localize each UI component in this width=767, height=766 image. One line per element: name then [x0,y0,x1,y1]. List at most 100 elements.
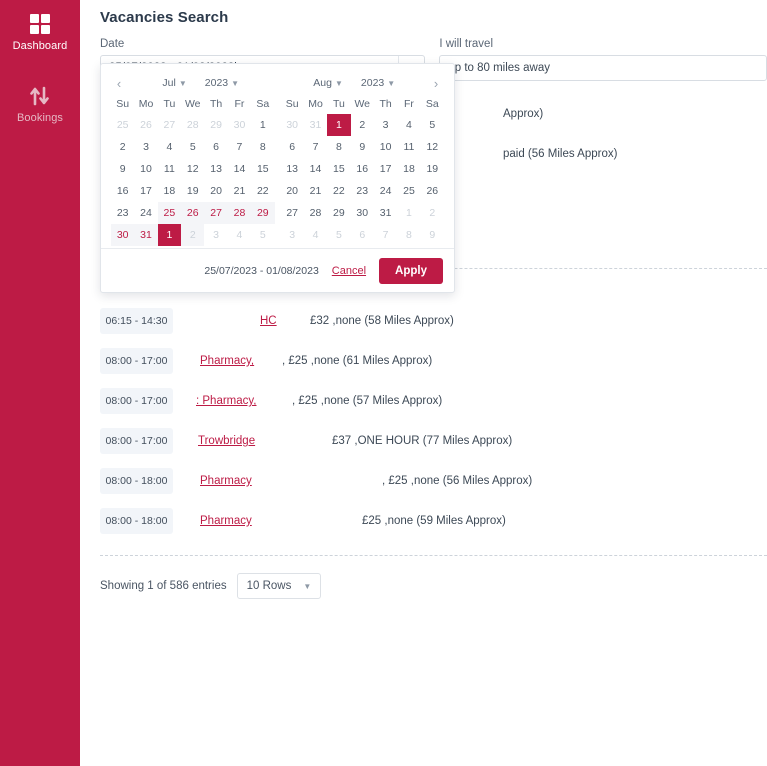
calendar-day[interactable]: 4 [228,224,251,246]
sidebar-item-dashboard[interactable]: Dashboard [0,8,80,62]
calendar-day[interactable]: 26 [181,202,205,224]
calendar-day[interactable]: 18 [158,180,181,202]
calendar-day[interactable]: 10 [374,136,397,158]
calendar-day[interactable]: 12 [421,136,444,158]
date-range-picker[interactable]: ‹ Jul ▼ 2023 ▼ Su Mo Tu We Th Fr Sa 25 2… [100,63,455,293]
calendar-day[interactable]: 28 [304,202,327,224]
calendar-day[interactable]: 24 [134,202,157,224]
calendar-day[interactable]: 30 [281,114,304,136]
calendar-day[interactable]: 25 [397,180,420,202]
table-row[interactable]: 08:00 - 18:00 Pharmacy £25 ,none (59 Mil… [100,501,767,541]
calendar-day[interactable]: 3 [204,224,227,246]
table-row[interactable]: 06:15 - 14:30 HC £32 ,none (58 Miles Appr… [100,301,767,341]
row-link[interactable]: Trowbridge [198,435,255,447]
calendar-day[interactable]: 31 [304,114,327,136]
calendar-day[interactable]: 15 [327,158,350,180]
calendar-day[interactable]: 11 [397,136,420,158]
calendar-day[interactable]: 20 [281,180,304,202]
calendar-day[interactable]: 2 [351,114,374,136]
calendar-day[interactable]: 1 [157,224,182,246]
calendar-day[interactable]: 15 [251,158,274,180]
calendar-day[interactable]: 13 [281,158,304,180]
calendar-day[interactable]: 28 [227,202,252,224]
calendar-day[interactable]: 9 [421,224,444,246]
calendar-day[interactable]: 8 [251,136,274,158]
calendar-day[interactable]: 30 [228,114,251,136]
calendar-day[interactable]: 16 [111,180,134,202]
calendar-day[interactable]: 6 [281,136,304,158]
calendar-day[interactable]: 4 [397,114,420,136]
calendar-day[interactable]: 2 [181,224,205,246]
row-link[interactable]: Pharmacy [200,475,252,487]
calendar-day[interactable]: 25 [111,114,134,136]
calendar-day[interactable]: 3 [281,224,304,246]
rows-per-page-select[interactable]: 10 Rows ▼ [236,573,322,599]
calendar-day[interactable]: 27 [158,114,181,136]
calendar-day[interactable]: 12 [181,158,204,180]
calendar-day[interactable]: 7 [304,136,327,158]
calendar-day[interactable]: 13 [204,158,227,180]
calendar-day[interactable]: 29 [204,114,227,136]
table-row[interactable]: 08:00 - 17:00 Pharmacy, , £25 ,none (61 … [100,341,767,381]
table-row[interactable]: 08:00 - 17:00: Pharmacy, , £25 ,none (57… [100,381,767,421]
calendar-day[interactable]: 26 [421,180,444,202]
calendar-day[interactable]: 8 [327,136,350,158]
calendar-day[interactable]: 2 [421,202,444,224]
calendar-day[interactable]: 25 [157,202,182,224]
calendar-day[interactable]: 31 [134,224,158,246]
calendar-day[interactable]: 9 [351,136,374,158]
calendar-day[interactable]: 3 [374,114,397,136]
calendar-day[interactable]: 29 [327,202,350,224]
row-link[interactable]: Pharmacy, [200,355,254,367]
calendar-day[interactable]: 22 [327,180,350,202]
calendar-day[interactable]: 22 [251,180,274,202]
sidebar-bottom-widget[interactable] [0,740,80,766]
calendar-day[interactable]: 11 [158,158,181,180]
calendar-day[interactable]: 4 [158,136,181,158]
chevron-right-icon[interactable]: › [428,76,444,91]
row-link[interactable]: Pharmacy [200,515,252,527]
calendar-day[interactable]: 5 [327,224,350,246]
calendar-day[interactable]: 21 [228,180,251,202]
calendar-day[interactable]: 5 [421,114,444,136]
calendar-day[interactable]: 6 [351,224,374,246]
calendar-day[interactable]: 3 [134,136,157,158]
calendar-day[interactable]: 6 [204,136,227,158]
calendar-day[interactable]: 14 [228,158,251,180]
calendar-day[interactable]: 1 [251,114,274,136]
apply-button[interactable]: Apply [379,257,443,284]
calendar-day[interactable]: 18 [397,158,420,180]
calendar-day[interactable]: 26 [134,114,157,136]
calendar-day[interactable]: 19 [181,180,204,202]
chevron-left-icon[interactable]: ‹ [111,76,127,91]
month-select[interactable]: Aug ▼ [313,77,343,89]
calendar-day[interactable]: 4 [304,224,327,246]
calendar-day[interactable]: 5 [251,224,274,246]
year-select[interactable]: 2023 ▼ [205,77,239,89]
travel-input[interactable]: up to 80 miles away [439,55,767,81]
calendar-day[interactable]: 1 [327,114,351,136]
calendar-day[interactable]: 14 [304,158,327,180]
calendar-day[interactable]: 28 [181,114,204,136]
calendar-day[interactable]: 7 [228,136,251,158]
calendar-day[interactable]: 23 [351,180,374,202]
calendar-day[interactable]: 2 [111,136,134,158]
calendar-day[interactable]: 8 [397,224,420,246]
calendar-day[interactable]: 21 [304,180,327,202]
table-row[interactable]: 08:00 - 18:00 Pharmacy , £25 ,none (56 M… [100,461,767,501]
table-row[interactable]: 08:00 - 17:00 Trowbridge £37 ,ONE HOUR (… [100,421,767,461]
row-link[interactable]: HC [260,315,277,327]
year-select[interactable]: 2023 ▼ [361,77,395,89]
calendar-day[interactable]: 20 [204,180,227,202]
calendar-day[interactable]: 23 [111,202,134,224]
calendar-day[interactable]: 29 [251,202,275,224]
calendar-day[interactable]: 16 [351,158,374,180]
calendar-day[interactable]: 27 [281,202,304,224]
sidebar-item-bookings[interactable]: Bookings [0,80,80,134]
calendar-day[interactable]: 19 [421,158,444,180]
calendar-day[interactable]: 7 [374,224,397,246]
row-link[interactable]: : Pharmacy, [196,395,257,407]
calendar-day[interactable]: 27 [204,202,228,224]
calendar-day[interactable]: 1 [397,202,420,224]
calendar-day[interactable]: 10 [134,158,157,180]
